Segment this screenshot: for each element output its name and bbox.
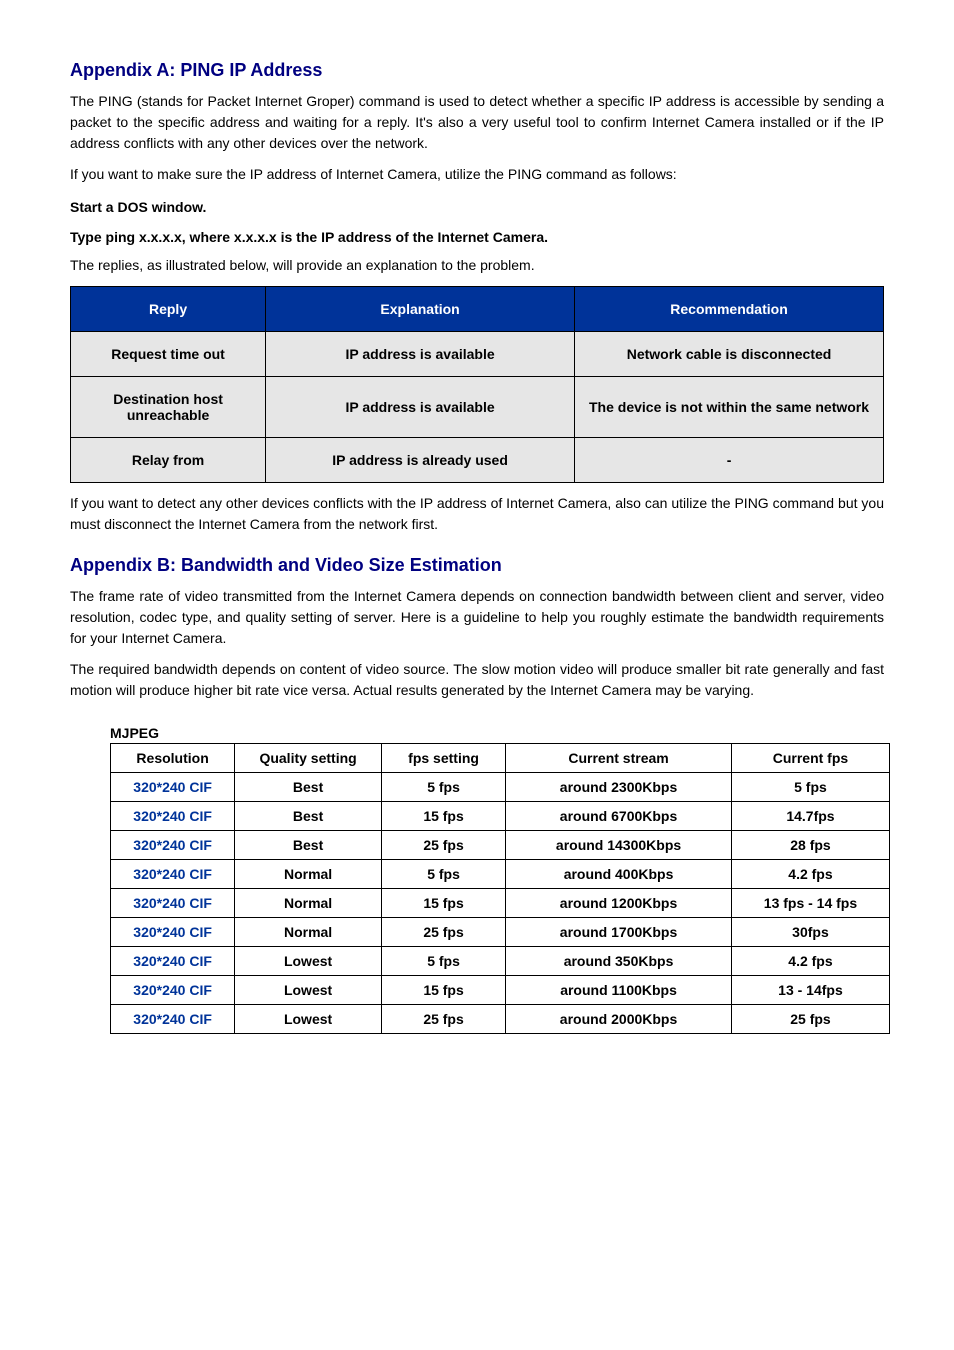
- ping-cell: Relay from: [71, 438, 266, 483]
- mjpeg-cell: 30fps: [731, 918, 889, 947]
- ping-cell: IP address is available: [266, 377, 575, 438]
- table-row: 320*240 CIF Lowest 5 fps around 350Kbps …: [111, 947, 890, 976]
- mjpeg-cell: 13 fps - 14 fps: [731, 889, 889, 918]
- appendix-a-bullet-2: Type ping x.x.x.x, where x.x.x.x is the …: [70, 229, 884, 245]
- mjpeg-cell: around 400Kbps: [506, 860, 732, 889]
- mjpeg-cell: Lowest: [235, 976, 382, 1005]
- mjpeg-cell: around 6700Kbps: [506, 802, 732, 831]
- mjpeg-cell: 13 - 14fps: [731, 976, 889, 1005]
- mjpeg-cell-resolution: 320*240 CIF: [111, 976, 235, 1005]
- table-row: Request time out IP address is available…: [71, 332, 884, 377]
- mjpeg-header-current-stream: Current stream: [506, 744, 732, 773]
- mjpeg-cell: around 14300Kbps: [506, 831, 732, 860]
- ping-cell: Destination host unreachable: [71, 377, 266, 438]
- appendix-a-paragraph-3: The replies, as illustrated below, will …: [70, 255, 884, 276]
- appendix-a-bullet-1: Start a DOS window.: [70, 199, 884, 215]
- mjpeg-header-current-fps: Current fps: [731, 744, 889, 773]
- appendix-a-trailing-para: If you want to detect any other devices …: [70, 493, 884, 535]
- table-header-row: Reply Explanation Recommendation: [71, 287, 884, 332]
- mjpeg-cell: 25 fps: [381, 918, 505, 947]
- document-page: Appendix A: PING IP Address The PING (st…: [0, 0, 954, 1074]
- mjpeg-cell: 25 fps: [381, 1005, 505, 1034]
- mjpeg-cell: 5 fps: [381, 860, 505, 889]
- table-row: Relay from IP address is already used -: [71, 438, 884, 483]
- mjpeg-cell: around 350Kbps: [506, 947, 732, 976]
- table-row: Destination host unreachable IP address …: [71, 377, 884, 438]
- mjpeg-cell-resolution: 320*240 CIF: [111, 831, 235, 860]
- ping-header-reply: Reply: [71, 287, 266, 332]
- mjpeg-cell: around 2000Kbps: [506, 1005, 732, 1034]
- mjpeg-cell: 25 fps: [731, 1005, 889, 1034]
- ping-header-recommendation: Recommendation: [575, 287, 884, 332]
- ping-cell: The device is not within the same networ…: [575, 377, 884, 438]
- appendix-a-title: Appendix A: PING IP Address: [70, 60, 884, 81]
- appendix-a-paragraph-2: If you want to make sure the IP address …: [70, 164, 884, 185]
- ping-cell: Network cable is disconnected: [575, 332, 884, 377]
- mjpeg-cell-resolution: 320*240 CIF: [111, 802, 235, 831]
- table-header-row: Resolution Quality setting fps setting C…: [111, 744, 890, 773]
- mjpeg-cell: Normal: [235, 889, 382, 918]
- mjpeg-cell: Normal: [235, 918, 382, 947]
- mjpeg-header-quality: Quality setting: [235, 744, 382, 773]
- mjpeg-header-fps-setting: fps setting: [381, 744, 505, 773]
- mjpeg-cell: 15 fps: [381, 976, 505, 1005]
- mjpeg-cell-resolution: 320*240 CIF: [111, 1005, 235, 1034]
- table-row: 320*240 CIF Normal 25 fps around 1700Kbp…: [111, 918, 890, 947]
- mjpeg-cell: around 1100Kbps: [506, 976, 732, 1005]
- ping-cell: IP address is already used: [266, 438, 575, 483]
- ping-cell: Request time out: [71, 332, 266, 377]
- mjpeg-cell: Normal: [235, 860, 382, 889]
- mjpeg-cell: 25 fps: [381, 831, 505, 860]
- mjpeg-cell-resolution: 320*240 CIF: [111, 773, 235, 802]
- mjpeg-cell-resolution: 320*240 CIF: [111, 947, 235, 976]
- mjpeg-table: Resolution Quality setting fps setting C…: [110, 743, 890, 1034]
- mjpeg-cell: around 1200Kbps: [506, 889, 732, 918]
- ping-header-explanation: Explanation: [266, 287, 575, 332]
- mjpeg-cell: 15 fps: [381, 802, 505, 831]
- mjpeg-cell: 5 fps: [381, 773, 505, 802]
- mjpeg-cell: around 1700Kbps: [506, 918, 732, 947]
- table-row: 320*240 CIF Best 15 fps around 6700Kbps …: [111, 802, 890, 831]
- mjpeg-cell: 5 fps: [381, 947, 505, 976]
- table-row: 320*240 CIF Normal 15 fps around 1200Kbp…: [111, 889, 890, 918]
- mjpeg-cell: around 2300Kbps: [506, 773, 732, 802]
- ping-cell: IP address is available: [266, 332, 575, 377]
- mjpeg-cell: 4.2 fps: [731, 860, 889, 889]
- mjpeg-cell-resolution: 320*240 CIF: [111, 889, 235, 918]
- table-row: 320*240 CIF Lowest 25 fps around 2000Kbp…: [111, 1005, 890, 1034]
- mjpeg-cell: Best: [235, 831, 382, 860]
- mjpeg-cell: 4.2 fps: [731, 947, 889, 976]
- mjpeg-cell-resolution: 320*240 CIF: [111, 860, 235, 889]
- mjpeg-cell-resolution: 320*240 CIF: [111, 918, 235, 947]
- mjpeg-cell: 28 fps: [731, 831, 889, 860]
- mjpeg-header-resolution: Resolution: [111, 744, 235, 773]
- table-row: 320*240 CIF Normal 5 fps around 400Kbps …: [111, 860, 890, 889]
- table-row: 320*240 CIF Best 25 fps around 14300Kbps…: [111, 831, 890, 860]
- mjpeg-cell: Best: [235, 802, 382, 831]
- ping-cell: -: [575, 438, 884, 483]
- mjpeg-cell: 15 fps: [381, 889, 505, 918]
- table-row: 320*240 CIF Lowest 15 fps around 1100Kbp…: [111, 976, 890, 1005]
- appendix-a-paragraph-1: The PING (stands for Packet Internet Gro…: [70, 91, 884, 154]
- mjpeg-cell: Lowest: [235, 1005, 382, 1034]
- ping-table: Reply Explanation Recommendation Request…: [70, 286, 884, 483]
- table-row: 320*240 CIF Best 5 fps around 2300Kbps 5…: [111, 773, 890, 802]
- mjpeg-cell: Best: [235, 773, 382, 802]
- mjpeg-cell: Lowest: [235, 947, 382, 976]
- mjpeg-cell: 5 fps: [731, 773, 889, 802]
- mjpeg-cell: 14.7fps: [731, 802, 889, 831]
- mjpeg-label: MJPEG: [110, 725, 884, 741]
- appendix-b-paragraph-1: The frame rate of video transmitted from…: [70, 586, 884, 649]
- appendix-b-paragraph-2: The required bandwidth depends on conten…: [70, 659, 884, 701]
- appendix-b-title: Appendix B: Bandwidth and Video Size Est…: [70, 555, 884, 576]
